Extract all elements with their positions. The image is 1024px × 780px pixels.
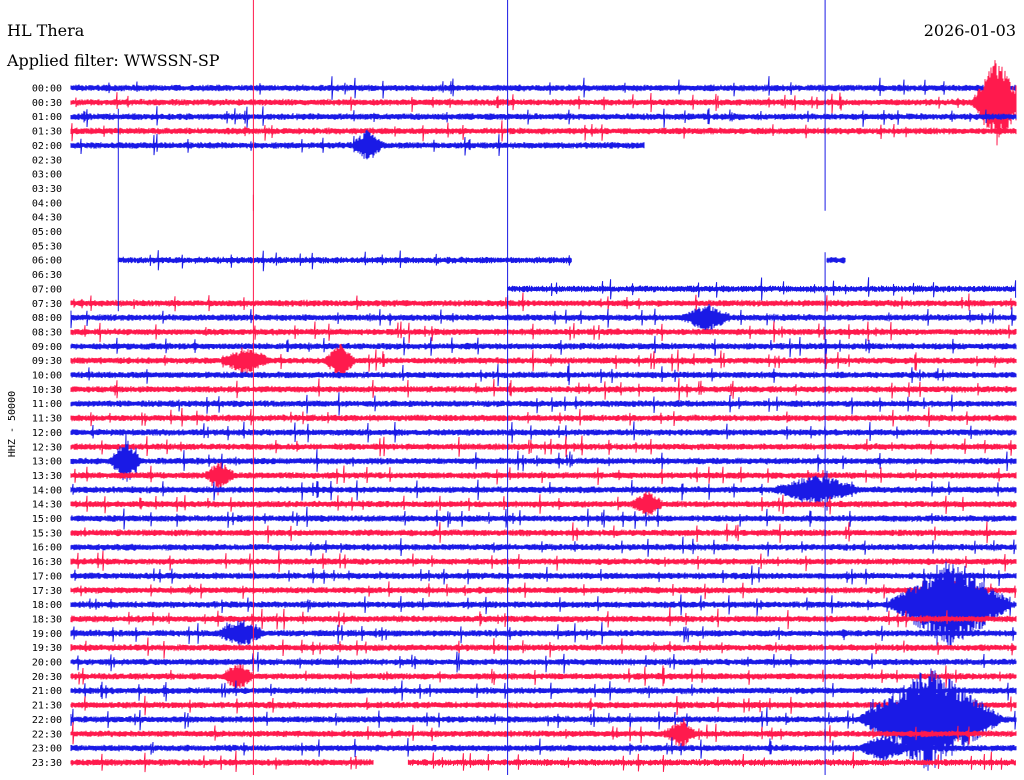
time-label: 07:00 [32,284,62,295]
date-label: 2026-01-03 [924,21,1016,40]
time-axis-labels: 00:00 00:30 01:00 01:30 02:00 02:30 03:00 03:30… [32,84,62,769]
trace-row [70,506,1017,530]
trace-row [70,321,1017,343]
time-label: 18:00 [32,600,62,611]
trace-row [70,680,1017,702]
trace-row [70,619,1017,647]
time-label: 12:00 [32,428,62,439]
time-label: 03:30 [32,184,62,195]
time-label: 00:30 [32,98,62,109]
time-label: 19:00 [32,629,62,640]
trace-row [70,421,1017,443]
time-label: 14:00 [32,485,62,496]
time-label: 09:00 [32,342,62,353]
trace-row [70,651,1017,674]
time-label: 16:00 [32,543,62,554]
time-label: 00:00 [32,84,62,95]
trace-row [70,407,1017,427]
trace-row [70,335,1017,358]
time-label: 15:30 [32,528,62,539]
trace-row [70,106,1017,128]
time-label: 17:00 [32,571,62,582]
trace-row [70,392,1017,416]
time-label: 12:30 [32,442,62,453]
time-label: 01:30 [32,127,62,138]
time-label: 06:00 [32,256,62,267]
channel-label: HHZ - 50000 [7,391,18,457]
trace-row [826,257,846,264]
seismic-traces [70,60,1017,773]
time-label: 03:00 [32,170,62,181]
time-label: 22:00 [32,715,62,726]
trace-row [70,750,374,773]
time-label: 10:00 [32,371,62,382]
helicorder-plot: HL Thera Applied filter: WWSSN-SP 2026-0… [6,0,1017,775]
time-label: 22:30 [32,729,62,740]
time-label: 21:30 [32,701,62,712]
time-label: 19:30 [32,643,62,654]
time-label: 05:30 [32,241,62,252]
time-label: 04:30 [32,213,62,224]
time-label: 16:30 [32,557,62,568]
time-label: 02:30 [32,155,62,166]
trace-row [70,536,1017,557]
trace-row [70,378,1017,401]
time-label: 01:00 [32,112,62,123]
time-label: 23:00 [32,744,62,755]
time-label: 13:30 [32,471,62,482]
trace-row [117,250,572,272]
trace-row [70,664,1017,690]
trace-row [70,129,645,160]
time-label: 10:30 [32,385,62,396]
trace-row [70,607,1017,630]
time-label: 18:30 [32,614,62,625]
trace-row [70,292,1017,313]
trace-row [507,277,1017,301]
time-label: 07:30 [32,299,62,310]
time-label: 13:00 [32,457,62,468]
trace-row [70,120,1017,142]
time-label: 20:30 [32,672,62,683]
time-label: 14:30 [32,500,62,511]
trace-row [70,736,1017,761]
time-label: 05:00 [32,227,62,238]
time-label: 20:00 [32,658,62,669]
trace-row [70,491,1017,518]
trace-row [70,303,1017,332]
time-label: 08:30 [32,327,62,338]
trace-row [70,435,1017,458]
time-label: 08:00 [32,313,62,324]
time-label: 15:00 [32,514,62,525]
trace-row [70,580,1017,602]
trace-row [70,521,1017,544]
station-title: HL Thera [7,21,85,40]
trace-row [70,76,1017,100]
trace-row [70,565,1017,587]
time-label: 23:30 [32,758,62,769]
time-label: 04:00 [32,198,62,209]
time-label: 06:30 [32,270,62,281]
time-label: 17:30 [32,586,62,597]
time-label: 21:00 [32,686,62,697]
time-label: 11:30 [32,414,62,425]
time-label: 11:00 [32,399,62,410]
time-label: 02:00 [32,141,62,152]
time-label: 09:30 [32,356,62,367]
filter-label: Applied filter: WWSSN-SP [6,51,220,70]
trace-row [70,550,1017,573]
trace-row [70,363,1017,387]
trace-row [70,637,1017,659]
